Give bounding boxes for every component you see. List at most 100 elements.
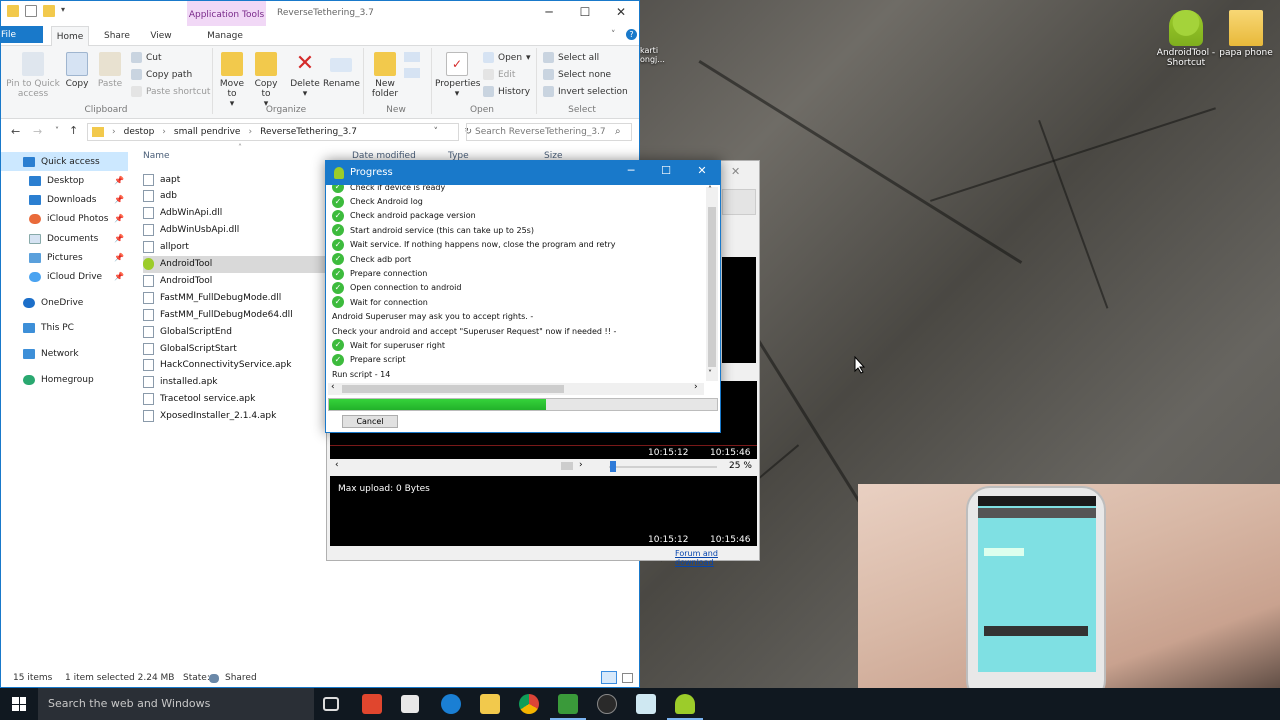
graph-scrollbar[interactable]: ‹ › 25 % xyxy=(331,460,757,473)
tab-file[interactable]: File xyxy=(1,26,43,43)
nav-item-pictures[interactable]: Pictures 📌 xyxy=(1,248,128,267)
app-icon-dark[interactable] xyxy=(597,694,617,714)
scroll-thumb[interactable] xyxy=(708,207,716,367)
file-row[interactable]: GlobalScriptEnd xyxy=(143,323,333,340)
forward-arrow-icon[interactable]: → xyxy=(33,125,42,138)
recent-locations-chevron-icon[interactable]: ˅ xyxy=(55,126,59,135)
store-icon[interactable] xyxy=(401,695,419,713)
file-row[interactable]: Tracetool service.apk xyxy=(143,391,333,408)
invert-selection-button[interactable]: Invert selection xyxy=(543,86,628,97)
search-input[interactable]: Search ReverseTethering_3.7 xyxy=(466,123,632,141)
copy-button[interactable]: Copy xyxy=(63,52,91,89)
zoom-slider-thumb[interactable] xyxy=(610,461,616,472)
nav-item-icloud-photos[interactable]: iCloud Photos 📌 xyxy=(1,209,128,228)
notepad-icon[interactable] xyxy=(636,694,656,714)
address-bar[interactable]: › destop › small pendrive › ReverseTethe… xyxy=(87,123,472,141)
nav-item-onedrive[interactable]: OneDrive xyxy=(1,293,128,312)
back-arrow-icon[interactable]: ← xyxy=(11,125,20,138)
tab-share[interactable]: Share xyxy=(97,26,137,46)
file-row[interactable]: FastMM_FullDebugMode.dll xyxy=(143,289,333,306)
scroll-up-icon[interactable]: ˄ xyxy=(708,185,712,194)
file-row[interactable]: FastMM_FullDebugMode64.dll xyxy=(143,306,333,323)
delete-button[interactable]: ✕ Delete ▾ xyxy=(289,52,321,100)
scroll-thumb[interactable] xyxy=(561,462,573,470)
history-button[interactable]: History xyxy=(483,86,530,97)
rename-button[interactable]: Rename xyxy=(323,52,360,89)
close-button[interactable]: ✕ xyxy=(607,5,635,19)
cancel-button[interactable]: Cancel xyxy=(342,415,398,428)
copy-path-button[interactable]: Copy path xyxy=(131,69,192,80)
file-row[interactable]: aapt xyxy=(143,171,333,188)
file-explorer-icon[interactable] xyxy=(480,694,500,714)
expand-ribbon-icon[interactable]: ˅ xyxy=(611,30,616,40)
file-row[interactable]: AdbWinApi.dll xyxy=(143,205,333,222)
pin-quick-access-button[interactable]: Pin to Quick access xyxy=(5,52,61,99)
papa-phone-folder-icon[interactable]: papa phone xyxy=(1206,10,1280,58)
zoom-slider-track[interactable] xyxy=(609,466,717,468)
edit-button[interactable]: Edit xyxy=(483,69,515,80)
file-row[interactable]: AdbWinUsbApi.dll xyxy=(143,222,333,239)
properties-check-icon[interactable] xyxy=(25,5,37,17)
nav-item-desktop[interactable]: Desktop 📌 xyxy=(1,171,128,190)
easy-access-icon[interactable] xyxy=(404,68,420,78)
move-to-button[interactable]: Move to ▾ xyxy=(217,52,247,109)
nav-item-quick-access[interactable]: Quick access xyxy=(1,152,128,171)
nav-item-downloads[interactable]: Downloads 📌 xyxy=(1,190,128,209)
mi-app-icon[interactable] xyxy=(362,694,382,714)
progress-close-button[interactable]: ✕ xyxy=(687,164,717,177)
nav-item-network[interactable]: Network xyxy=(1,344,128,363)
chrome-icon[interactable] xyxy=(519,694,539,714)
cut-button[interactable]: Cut xyxy=(131,52,162,63)
edge-browser-icon[interactable] xyxy=(441,694,461,714)
copy-to-button[interactable]: Copy to ▾ xyxy=(251,52,281,109)
app-close-icon[interactable]: ✕ xyxy=(731,165,740,178)
maximize-button[interactable]: ☐ xyxy=(571,5,599,19)
new-folder-icon[interactable] xyxy=(43,5,55,17)
scroll-thumb[interactable] xyxy=(342,385,564,393)
log-horizontal-scrollbar[interactable]: ‹ › xyxy=(328,382,704,395)
nav-item-homegroup[interactable]: Homegroup xyxy=(1,370,128,389)
scroll-left-icon[interactable]: ‹ xyxy=(331,382,335,392)
log-vertical-scrollbar[interactable]: ˄ ˅ xyxy=(706,185,718,381)
file-row[interactable]: allport xyxy=(143,239,333,256)
help-icon[interactable]: ? xyxy=(626,29,637,40)
taskbar-search-input[interactable]: Search the web and Windows xyxy=(38,688,314,720)
up-arrow-icon[interactable]: ↑ xyxy=(69,124,78,137)
nav-item-documents[interactable]: Documents 📌 xyxy=(1,229,128,248)
address-dropdown-chevron-icon[interactable]: ˅ xyxy=(434,127,439,137)
file-row[interactable]: AndroidTool xyxy=(143,272,333,289)
scroll-left-icon[interactable]: ‹ xyxy=(335,460,339,470)
progress-maximize-button[interactable]: ☐ xyxy=(651,164,681,177)
app-icon-green[interactable] xyxy=(550,694,586,720)
large-icons-view-icon[interactable] xyxy=(622,673,633,683)
windows-start-icon[interactable] xyxy=(12,697,26,711)
customize-qat-chevron-icon[interactable]: ▾ xyxy=(61,5,73,17)
minimize-button[interactable]: ─ xyxy=(535,5,563,19)
tab-manage[interactable]: Manage xyxy=(197,26,253,46)
android-tool-taskbar-icon[interactable] xyxy=(667,694,703,720)
paste-button[interactable]: Paste xyxy=(95,52,125,89)
file-row[interactable]: GlobalScriptStart xyxy=(143,340,333,357)
task-view-icon[interactable] xyxy=(323,697,339,711)
progress-minimize-button[interactable]: ─ xyxy=(616,164,646,177)
scroll-down-icon[interactable]: ˅ xyxy=(708,369,712,378)
nav-item-icloud-drive[interactable]: iCloud Drive 📌 xyxy=(1,267,128,286)
properties-button[interactable]: ✓ Properties ▾ xyxy=(435,52,480,99)
tab-view[interactable]: View xyxy=(143,26,179,46)
breadcrumb-item[interactable]: small pendrive xyxy=(174,127,241,137)
paste-shortcut-button[interactable]: Paste shortcut xyxy=(131,86,210,97)
open-button[interactable]: Open ▾ xyxy=(483,52,531,63)
scroll-right-icon[interactable]: › xyxy=(579,460,583,470)
file-row[interactable]: adb xyxy=(143,188,333,205)
column-header-name[interactable]: Name xyxy=(143,151,170,161)
file-row[interactable]: HackConnectivityService.apk xyxy=(143,357,333,374)
select-none-button[interactable]: Select none xyxy=(543,69,611,80)
breadcrumb-item[interactable]: ReverseTethering_3.7 xyxy=(260,127,357,137)
tab-home[interactable]: Home xyxy=(51,26,89,46)
scroll-right-icon[interactable]: › xyxy=(694,382,698,392)
details-view-icon[interactable] xyxy=(601,671,617,684)
file-row[interactable]: AndroidTool xyxy=(143,255,333,273)
forum-download-link[interactable]: Forum and download xyxy=(675,549,759,567)
new-item-icon[interactable] xyxy=(404,52,420,62)
file-row[interactable]: installed.apk xyxy=(143,374,333,391)
